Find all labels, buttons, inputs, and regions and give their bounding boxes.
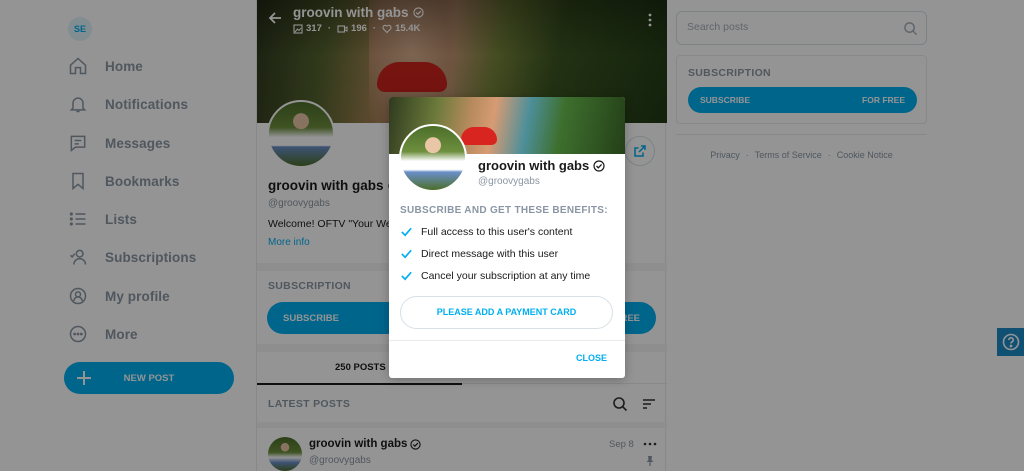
check-icon [401,249,412,259]
benefit-text: Full access to this user's content [421,225,573,238]
divider [389,340,625,341]
modal-name-text: groovin with gabs [478,158,590,173]
benefit-item: Cancel your subscription at any time [400,269,590,282]
benefit-text: Cancel your subscription at any time [421,269,591,282]
modal-handle: @groovygabs [478,176,540,187]
benefit-text: Direct message with this user [421,247,559,260]
benefits-title: SUBSCRIBE AND GET THESE BENEFITS: [400,205,608,216]
modal-avatar [399,124,467,192]
check-icon [401,227,412,237]
modal-name: groovin with gabs [478,158,605,173]
close-button[interactable]: CLOSE [576,353,607,363]
benefit-item: Full access to this user's content [400,225,572,238]
check-icon [401,271,412,281]
subscribe-modal: groovin with gabs @groovygabs SUBSCRIBE … [389,97,625,378]
add-payment-card-button[interactable]: PLEASE ADD A PAYMENT CARD [400,296,613,329]
verified-icon [593,159,605,172]
benefit-item: Direct message with this user [400,247,558,260]
